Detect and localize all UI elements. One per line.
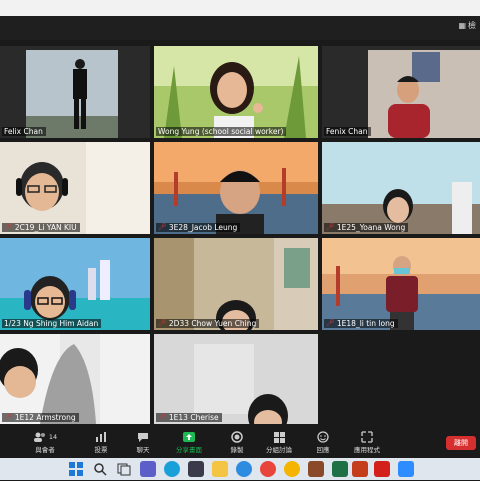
video-tile[interactable]: 🎤︎ 1E18_li tin long: [322, 238, 480, 330]
participant-video: [154, 334, 318, 424]
polls-label: 投票: [94, 446, 108, 454]
zoom-icon[interactable]: [398, 461, 414, 477]
record-button[interactable]: 錄製: [220, 430, 254, 454]
muted-mic-icon: 🎤︎: [158, 223, 167, 231]
share-screen-label: 分享畫面: [176, 446, 202, 454]
participant-name-label: 1/23 Ng Shing Him Aidan: [2, 319, 102, 328]
participant-video: [0, 46, 150, 138]
muted-mic-icon: 🎤︎: [158, 319, 167, 327]
participant-video: [154, 238, 318, 330]
reactions-button[interactable]: 回應: [306, 430, 340, 454]
participant-name-label: 🎤︎ 2D33 Chow Yuen Ching: [156, 319, 260, 328]
polls-button[interactable]: 投票: [84, 430, 118, 454]
leave-button[interactable]: 離開: [446, 436, 476, 450]
video-tile[interactable]: 🎤︎ 3E28_Jacob Leung: [154, 142, 318, 234]
apps-label: 應用程式: [354, 446, 380, 454]
teams-icon[interactable]: [140, 461, 156, 477]
participant-name-label: 🎤︎ 1E13 Cherise: [156, 413, 222, 422]
participant-name-label: 🎤︎ 1E25_Yoana Wong: [324, 223, 409, 232]
video-tile[interactable]: Fenix Chan: [322, 46, 480, 138]
meeting-header: ▦ 檢: [0, 16, 480, 40]
muted-mic-icon: 🎤︎: [4, 223, 13, 231]
breakout-rooms-label: 分組討論: [266, 446, 292, 454]
muted-mic-icon: 🎤︎: [4, 413, 13, 421]
video-tile[interactable]: 🎤︎ 1E12 Armstrong: [0, 334, 150, 424]
view-button[interactable]: ▦ 檢: [458, 20, 476, 31]
bar-chart-icon: [84, 430, 118, 444]
task-view-icon[interactable]: [116, 461, 132, 477]
muted-mic-icon: 🎤︎: [158, 413, 167, 421]
participant-video: [0, 142, 150, 234]
participants-label: 與會者: [35, 446, 55, 454]
apps-button[interactable]: 應用程式: [350, 430, 384, 454]
calculator-icon[interactable]: [188, 461, 204, 477]
emoji-icon: [306, 430, 340, 444]
browser-top-strip: [0, 0, 480, 16]
record-icon: [220, 430, 254, 444]
participant-video: [0, 238, 150, 330]
video-tile[interactable]: 🎤︎ 1E25_Yoana Wong: [322, 142, 480, 234]
chat-label: 聊天: [136, 446, 150, 454]
search-icon[interactable]: [92, 461, 108, 477]
reactions-label: 回應: [316, 446, 330, 454]
participant-video: [322, 142, 480, 234]
participant-video: [154, 46, 318, 138]
participant-name-label: 🎤︎ 1E18_li tin long: [324, 319, 398, 328]
windows-taskbar: [0, 458, 480, 480]
view-label: 檢: [468, 21, 476, 30]
apps-icon: [350, 430, 384, 444]
participant-video: [0, 334, 150, 424]
breakout-rooms-button[interactable]: 分組討論: [262, 430, 296, 454]
excel-icon[interactable]: [332, 461, 348, 477]
chrome-profile-icon[interactable]: [284, 461, 300, 477]
people-icon: 14: [28, 430, 62, 444]
participant-name-label: Fenix Chan: [324, 127, 371, 136]
participant-video: [322, 238, 480, 330]
video-tile[interactable]: 🎤︎ 2D33 Chow Yuen Ching: [154, 238, 318, 330]
video-tile[interactable]: Felix Chan: [0, 46, 150, 138]
edge-icon[interactable]: [164, 461, 180, 477]
share-screen-icon: [172, 430, 206, 444]
edge-browser-icon[interactable]: [236, 461, 252, 477]
video-tile[interactable]: 🎤︎ 2C19_Li YAN KIU: [0, 142, 150, 234]
participant-video: [322, 46, 480, 138]
empty-tile: [322, 334, 480, 424]
record-label: 錄製: [230, 446, 244, 454]
file-explorer-icon[interactable]: [212, 461, 228, 477]
participant-name-label: Wong Yung (school social worker): [156, 127, 287, 136]
grid-view-icon: ▦: [458, 21, 466, 30]
participant-name-label: 🎤︎ 3E28_Jacob Leung: [156, 223, 241, 232]
participant-name-label: Felix Chan: [2, 127, 46, 136]
share-screen-button[interactable]: 分享畫面: [172, 430, 206, 454]
muted-mic-icon: 🎤︎: [326, 223, 335, 231]
app-icon[interactable]: [308, 461, 324, 477]
powerpoint-icon[interactable]: [352, 461, 368, 477]
video-tile-active-speaker[interactable]: Wong Yung (school social worker): [154, 46, 318, 138]
meeting-toolbar: 14 與會者 投票 聊天 分享畫面 錄製 分組討論 回應 應用程式 離開: [0, 428, 480, 456]
participant-video: [154, 142, 318, 234]
gallery-grid: Felix Chan Wong Yung (school social work…: [0, 46, 480, 424]
video-tile[interactable]: 🎤︎ 1E13 Cherise: [154, 334, 318, 424]
participant-name-label: 🎤︎ 1E12 Armstrong: [2, 413, 79, 422]
windows-start-icon[interactable]: [68, 461, 84, 477]
acrobat-icon[interactable]: [374, 461, 390, 477]
participants-count: 14: [48, 433, 58, 441]
participants-button[interactable]: 14 與會者: [28, 430, 62, 454]
chrome-icon[interactable]: [260, 461, 276, 477]
chat-button[interactable]: 聊天: [126, 430, 160, 454]
video-tile[interactable]: 1/23 Ng Shing Him Aidan: [0, 238, 150, 330]
muted-mic-icon: 🎤︎: [326, 319, 335, 327]
chat-bubble-icon: [126, 430, 160, 444]
participant-name-label: 🎤︎ 2C19_Li YAN KIU: [2, 223, 80, 232]
grid-icon: [262, 430, 296, 444]
